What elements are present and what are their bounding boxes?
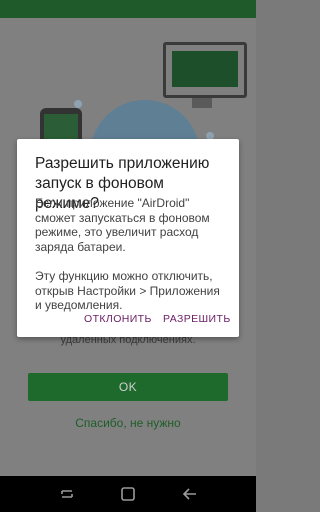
home-icon[interactable] xyxy=(116,484,140,504)
back-icon[interactable] xyxy=(178,484,202,504)
decline-button[interactable]: ОТКЛОНИТЬ xyxy=(84,313,152,325)
dialog-message: Если приложение "AirDroid" сможет запуск… xyxy=(35,196,220,313)
no-thanks-link[interactable]: Спасибо, не нужно xyxy=(0,416,256,430)
ok-button[interactable]: OK xyxy=(28,373,228,401)
status-bar xyxy=(0,0,256,18)
allow-button[interactable]: РАЗРЕШИТЬ xyxy=(163,313,231,325)
navigation-bar xyxy=(0,476,256,512)
computer-stand xyxy=(192,98,212,108)
computer-icon xyxy=(163,42,247,98)
decoration-dot xyxy=(74,100,82,108)
background-run-dialog: Разрешить приложению запуск в фоновом ре… xyxy=(17,139,239,337)
recent-apps-icon[interactable] xyxy=(55,484,79,504)
dialog-actions: ОТКЛОНИТЬ РАЗРЕШИТЬ xyxy=(17,313,239,331)
